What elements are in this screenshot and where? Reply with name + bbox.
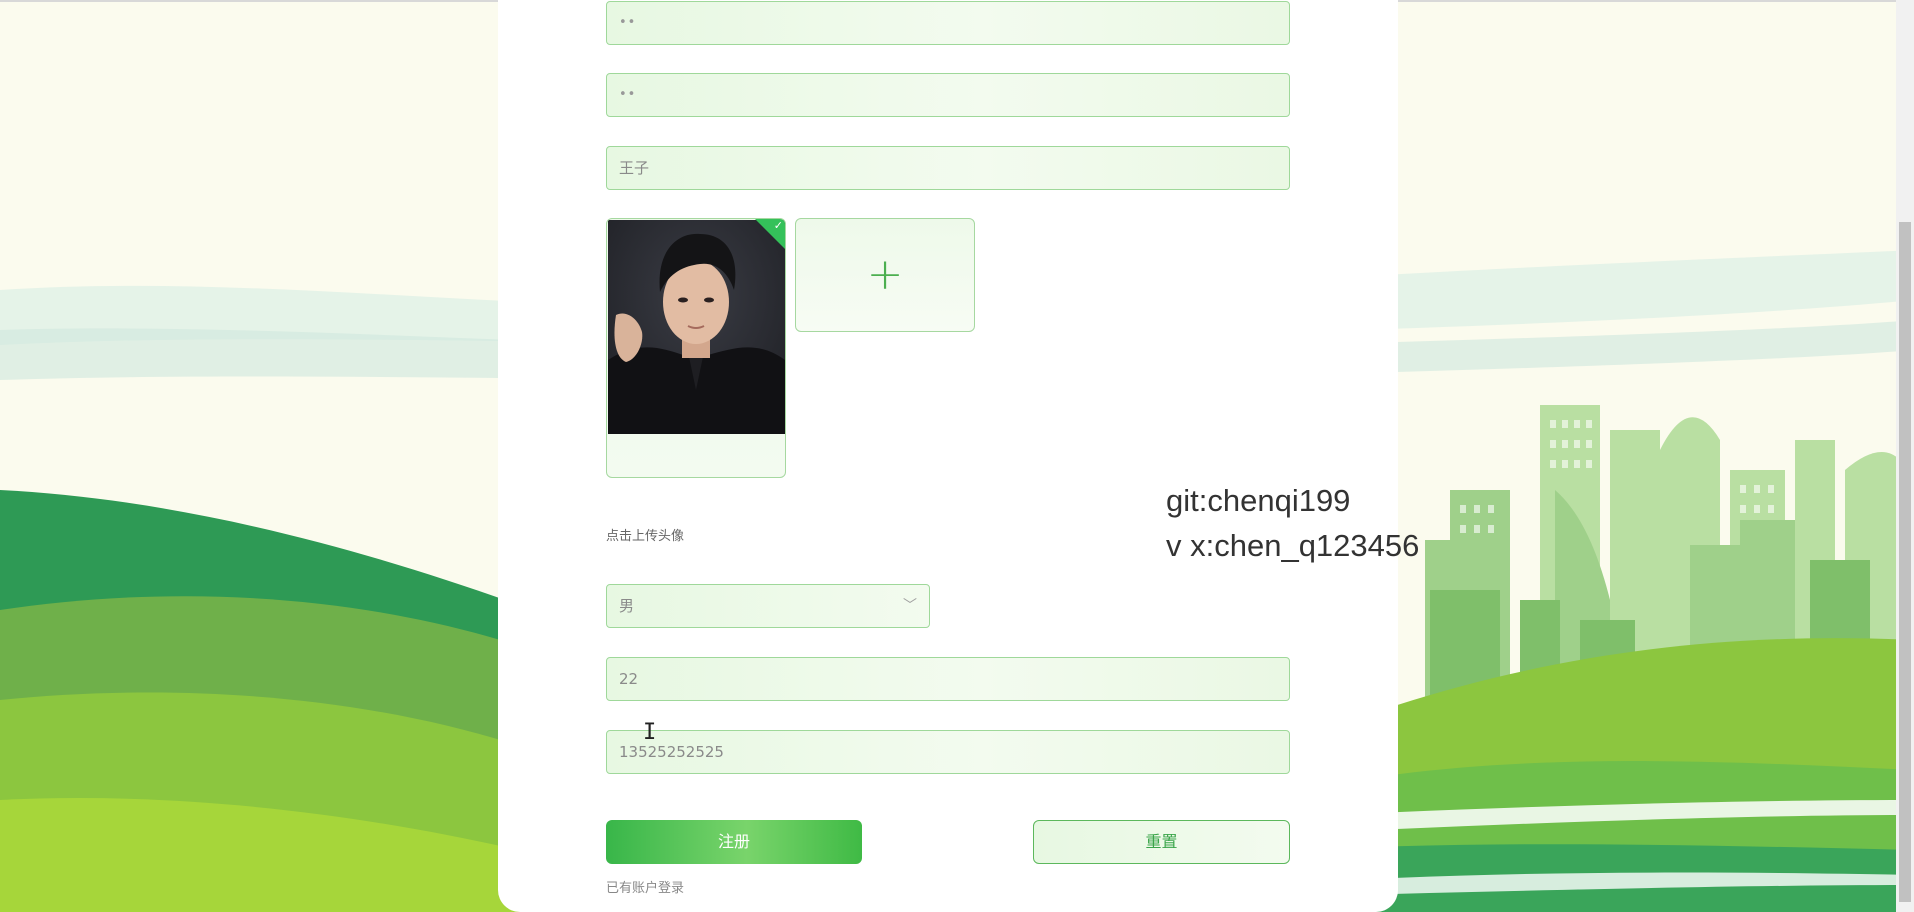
- name-field[interactable]: 王子: [606, 146, 1290, 190]
- gender-selected-value: 男: [619, 597, 635, 615]
- scrollbar-thumb[interactable]: [1899, 222, 1911, 902]
- uploaded-avatar-item[interactable]: ✓: [606, 218, 786, 478]
- chevron-down-icon: ﹀: [903, 598, 917, 614]
- register-button[interactable]: 注册: [606, 820, 862, 864]
- password-field[interactable]: ••: [606, 1, 1290, 45]
- plus-icon: +: [866, 249, 904, 300]
- watermark-line-2: v x:chen_q123456: [1166, 528, 1420, 563]
- watermark-text: git:chenqi199 v x:chen_q123456: [1166, 478, 1419, 568]
- upload-hint: 点击上传头像: [606, 529, 685, 544]
- login-link[interactable]: 已有账户登录: [606, 877, 684, 896]
- avatar-image: [608, 220, 785, 434]
- reset-button[interactable]: 重置: [1033, 820, 1290, 864]
- phone-field[interactable]: 13525252525: [606, 730, 1290, 774]
- watermark-line-1: git:chenqi199: [1166, 483, 1351, 518]
- confirm-password-field[interactable]: ••: [606, 73, 1290, 117]
- gender-select[interactable]: 男 ﹀: [606, 584, 930, 628]
- upload-avatar-button[interactable]: +: [795, 218, 975, 332]
- vertical-scrollbar[interactable]: [1896, 0, 1914, 912]
- age-field[interactable]: 22: [606, 657, 1290, 701]
- check-icon: ✓: [773, 219, 783, 232]
- text-cursor-icon: I: [643, 720, 657, 745]
